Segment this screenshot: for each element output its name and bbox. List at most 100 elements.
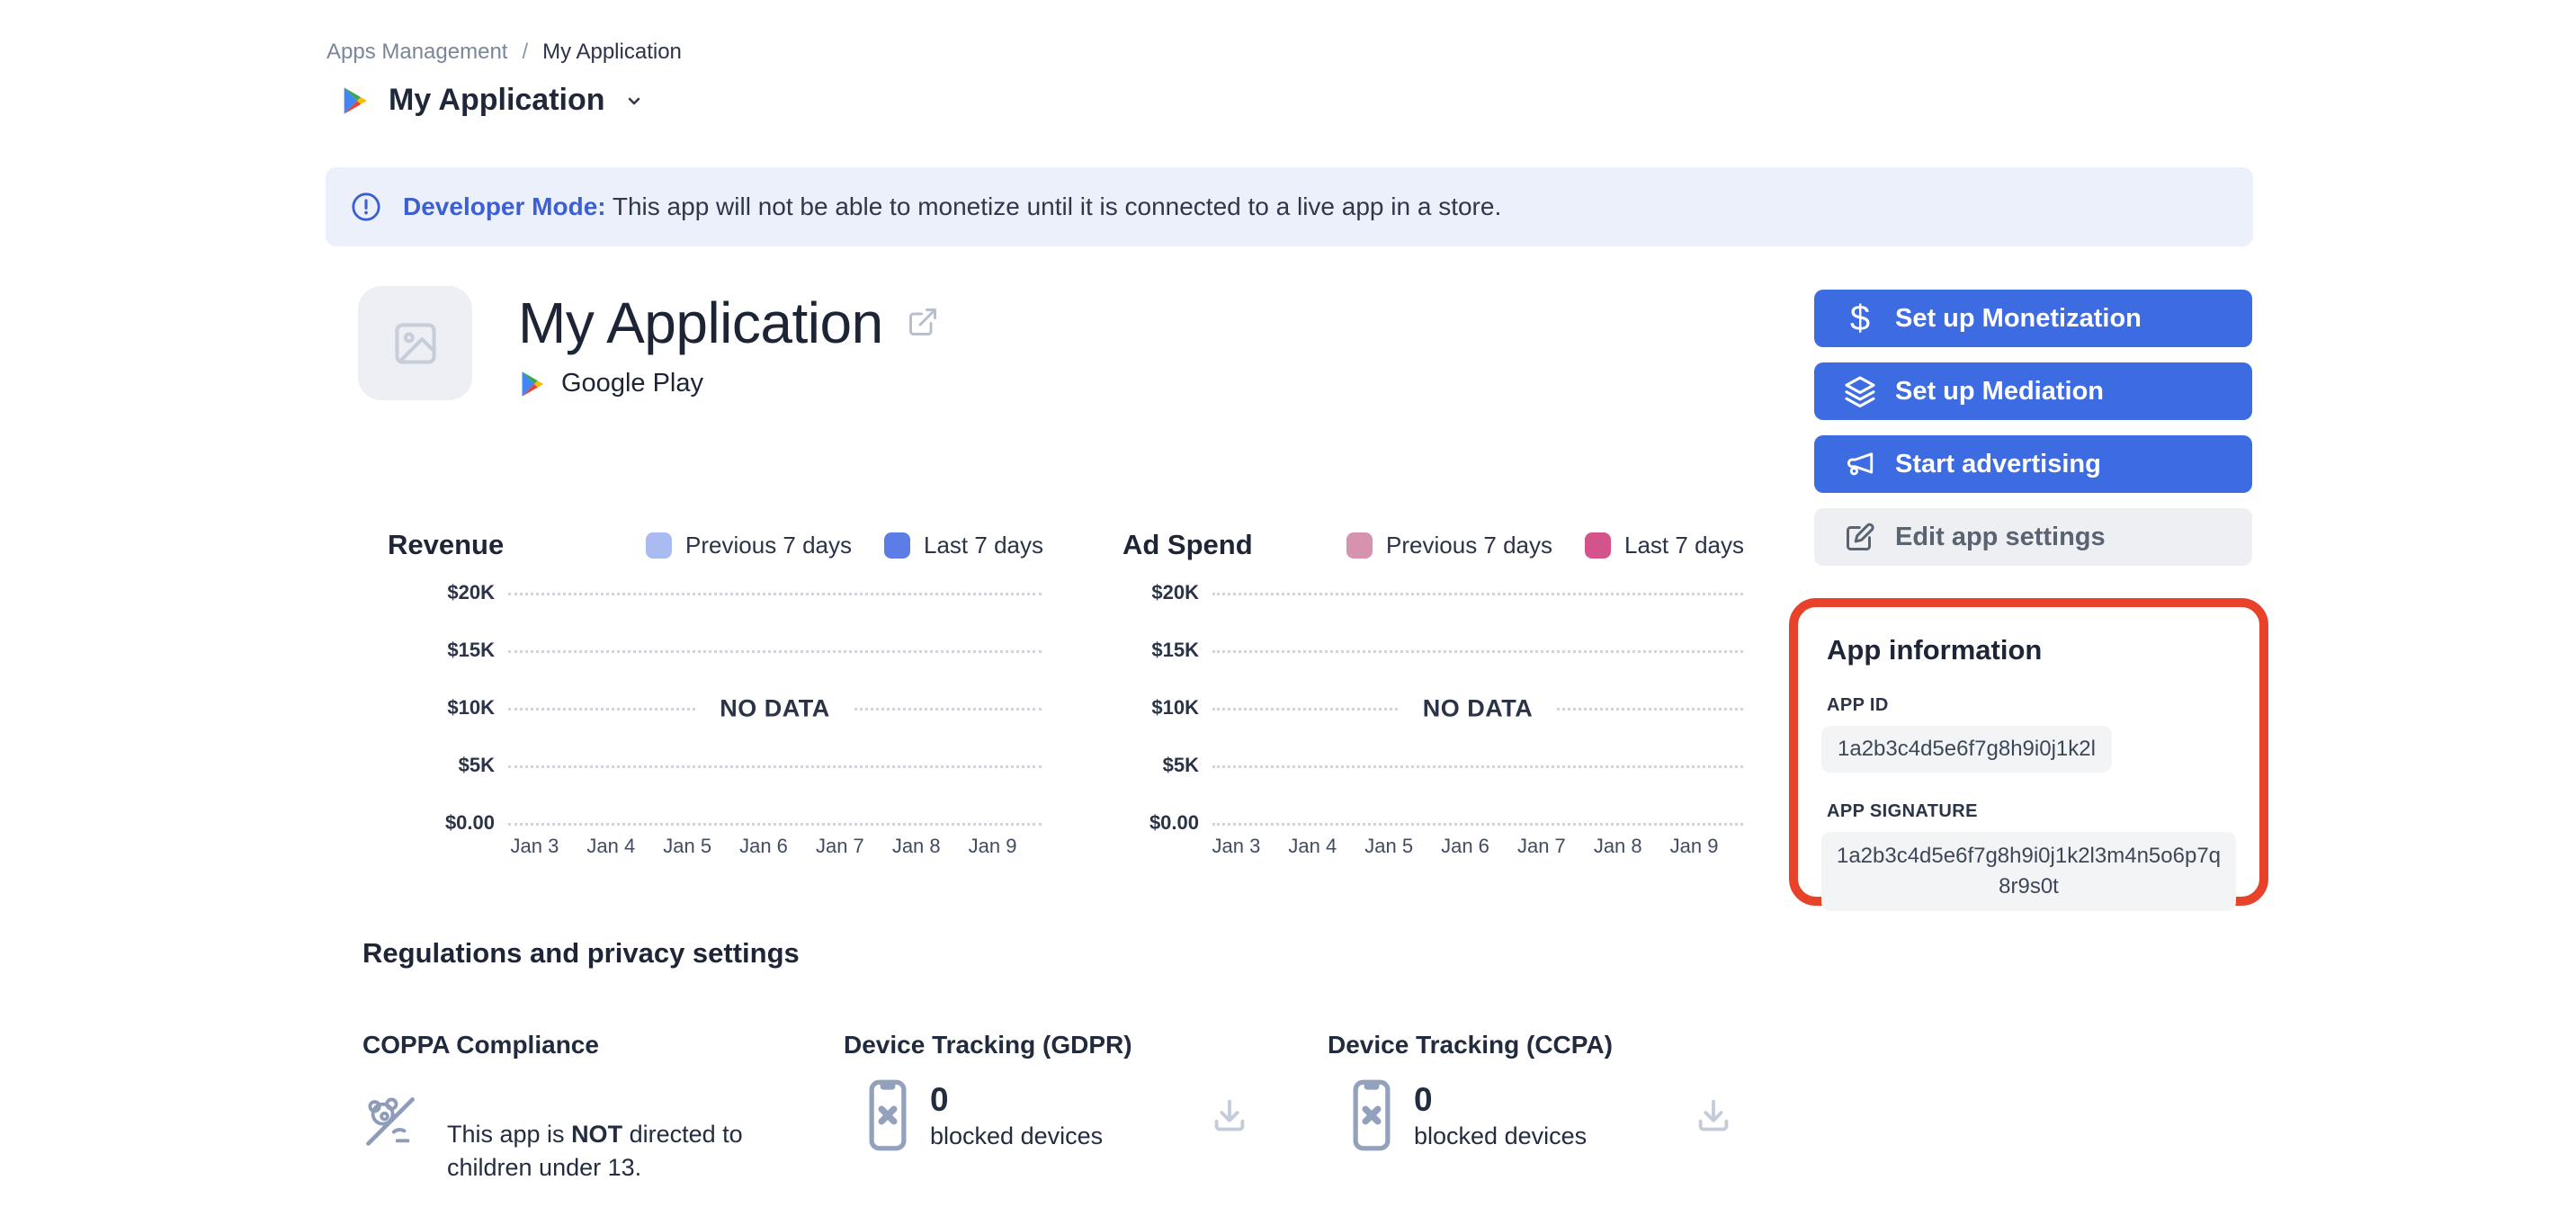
- legend-label: Previous 7 days: [1386, 531, 1553, 559]
- y-axis-tick: $15K: [447, 639, 495, 661]
- platform-row: Google Play: [520, 369, 703, 398]
- legend-swatch: [884, 532, 911, 559]
- gridline: [508, 650, 1042, 653]
- coppa-title: COPPA Compliance: [362, 1031, 599, 1059]
- app-signature-label: APP SIGNATURE: [1827, 801, 1978, 821]
- gridline: NO DATA: [1212, 694, 1743, 723]
- button-label: Set up Mediation: [1895, 376, 2104, 406]
- ccpa-title: Device Tracking (CCPA): [1328, 1031, 1613, 1059]
- revenue-chart: Revenue Previous 7 days Last 7 days $20K…: [388, 529, 1043, 871]
- legend-swatch: [1346, 532, 1373, 559]
- gdpr-row: 0 blocked devices: [844, 1079, 1257, 1151]
- ccpa-blocked-count: 0: [1414, 1080, 1433, 1118]
- banner-message: This app will not be able to monetize un…: [605, 192, 1502, 220]
- gdpr-stats: 0 blocked devices: [930, 1081, 1103, 1150]
- page-title: My Application: [389, 83, 605, 117]
- button-label: Edit app settings: [1895, 522, 2106, 551]
- dollar-icon: $: [1849, 299, 1871, 338]
- x-axis-tick: Jan 4: [586, 835, 636, 857]
- chart-title: Revenue: [388, 529, 505, 560]
- app-name-heading: My Application: [518, 291, 883, 355]
- google-play-icon: [522, 371, 544, 397]
- app-signature-value: 1a2b3c4d5e6f7g8h9i0j1k2l3m4n5o6p7q8r9s0t: [1821, 832, 2236, 911]
- x-axis-tick: Jan 6: [1441, 835, 1489, 857]
- y-axis-tick: $10K: [1151, 696, 1199, 719]
- y-axis-tick: $0.00: [444, 811, 495, 834]
- action-buttons: $ Set up Monetization Set up Mediation S…: [1814, 290, 2252, 566]
- no-data-label: NO DATA: [1399, 694, 1557, 723]
- gridline: NO DATA: [508, 694, 1042, 723]
- gridline: [1212, 765, 1743, 768]
- breadcrumb-separator: /: [522, 40, 529, 64]
- chart-legend: Previous 7 days Last 7 days: [1346, 532, 1744, 559]
- external-link-icon[interactable]: [907, 306, 939, 338]
- blocked-phone-icon: [869, 1079, 907, 1151]
- app-icon-placeholder: [358, 286, 472, 400]
- set-up-mediation-button[interactable]: Set up Mediation: [1814, 362, 2252, 420]
- x-axis-ticks: Jan 3 Jan 4 Jan 5 Jan 6 Jan 7 Jan 8 Jan …: [1198, 835, 1732, 858]
- x-axis-tick: Jan 8: [891, 835, 941, 857]
- legend-item: Previous 7 days: [646, 532, 852, 559]
- ccpa-stats: 0 blocked devices: [1414, 1081, 1587, 1150]
- coppa-text-before: This app is: [447, 1121, 572, 1148]
- legend-item: Last 7 days: [1585, 532, 1744, 559]
- app-id-label: APP ID: [1827, 695, 1889, 715]
- x-axis-tick: Jan 5: [663, 835, 712, 857]
- x-axis-tick: Jan 3: [510, 835, 559, 857]
- set-up-monetization-button[interactable]: $ Set up Monetization: [1814, 290, 2252, 347]
- blocked-phone-icon: [1353, 1079, 1391, 1151]
- ccpa-row: 0 blocked devices: [1328, 1079, 1741, 1151]
- gridline: [1212, 650, 1743, 653]
- no-data-label: NO DATA: [696, 694, 854, 723]
- edit-app-settings-button[interactable]: Edit app settings: [1814, 508, 2252, 566]
- y-axis-tick: $5K: [1162, 754, 1199, 776]
- coppa-compliance-card: COPPA Compliance This app is NOT directe…: [362, 1031, 817, 1207]
- gridline: [1212, 823, 1743, 826]
- coppa-text: This app is NOT directed to children und…: [447, 1118, 757, 1185]
- x-axis-tick: Jan 9: [1669, 835, 1719, 857]
- app-information-title: App information: [1827, 634, 2043, 666]
- megaphone-icon: [1843, 448, 1877, 480]
- gridline: [508, 823, 1042, 826]
- banner-label: Developer Mode:: [403, 192, 606, 220]
- image-placeholder-icon: [394, 322, 436, 364]
- legend-item: Previous 7 days: [1346, 532, 1552, 559]
- gdpr-blocked-label: blocked devices: [930, 1122, 1104, 1149]
- app-switcher-chevron-down-icon[interactable]: [623, 90, 645, 112]
- ccpa-download-icon[interactable]: [1693, 1095, 1734, 1136]
- gridline: [1212, 593, 1743, 595]
- ccpa-blocked-label: blocked devices: [1414, 1122, 1588, 1149]
- legend-label: Previous 7 days: [685, 531, 853, 559]
- hero-title-row: My Application: [518, 290, 939, 356]
- device-tracking-ccpa-card: Device Tracking (CCPA) 0 blocked devices: [1328, 1031, 1741, 1151]
- legend-swatch: [646, 532, 673, 559]
- legend-swatch: [1585, 532, 1612, 559]
- x-axis-tick: Jan 3: [1212, 835, 1261, 857]
- legend-item: Last 7 days: [884, 532, 1043, 559]
- y-axis-tick: $10K: [447, 696, 495, 719]
- app-id-value: 1a2b3c4d5e6f7g8h9i0j1k2l: [1821, 726, 2112, 773]
- developer-mode-banner: Developer Mode: This app will not be abl…: [326, 167, 2253, 246]
- coppa-row: This app is NOT directed to children und…: [362, 1094, 817, 1207]
- app-information-panel: App information APP ID 1a2b3c4d5e6f7g8h9…: [1789, 598, 2268, 911]
- start-advertising-button[interactable]: Start advertising: [1814, 435, 2252, 493]
- x-axis-tick: Jan 7: [1516, 835, 1566, 857]
- x-axis-tick: Jan 5: [1364, 835, 1414, 857]
- edit-icon: [1843, 521, 1877, 553]
- x-axis-tick: Jan 4: [1288, 835, 1337, 857]
- regulations-section-title: Regulations and privacy settings: [362, 937, 800, 969]
- x-axis-tick: Jan 7: [815, 835, 864, 857]
- x-axis-tick: Jan 6: [739, 835, 788, 857]
- gdpr-download-icon[interactable]: [1209, 1095, 1250, 1136]
- revenue-chart-header: Revenue Previous 7 days Last 7 days: [388, 529, 1043, 561]
- ad-spend-chart-header: Ad Spend Previous 7 days Last 7 days: [1123, 529, 1744, 561]
- y-axis-tick: $20K: [1151, 581, 1199, 604]
- y-axis-tick: $0.00: [1149, 811, 1199, 834]
- legend-label: Last 7 days: [924, 531, 1043, 559]
- gdpr-title: Device Tracking (GDPR): [844, 1031, 1132, 1059]
- breadcrumb-link-apps-management[interactable]: Apps Management: [326, 40, 507, 65]
- alert-circle-icon: [352, 192, 380, 221]
- banner-text: Developer Mode: This app will not be abl…: [403, 192, 1501, 221]
- device-tracking-gdpr-card: Device Tracking (GDPR) 0 blocked devices: [844, 1031, 1257, 1151]
- gdpr-blocked-count: 0: [930, 1080, 949, 1118]
